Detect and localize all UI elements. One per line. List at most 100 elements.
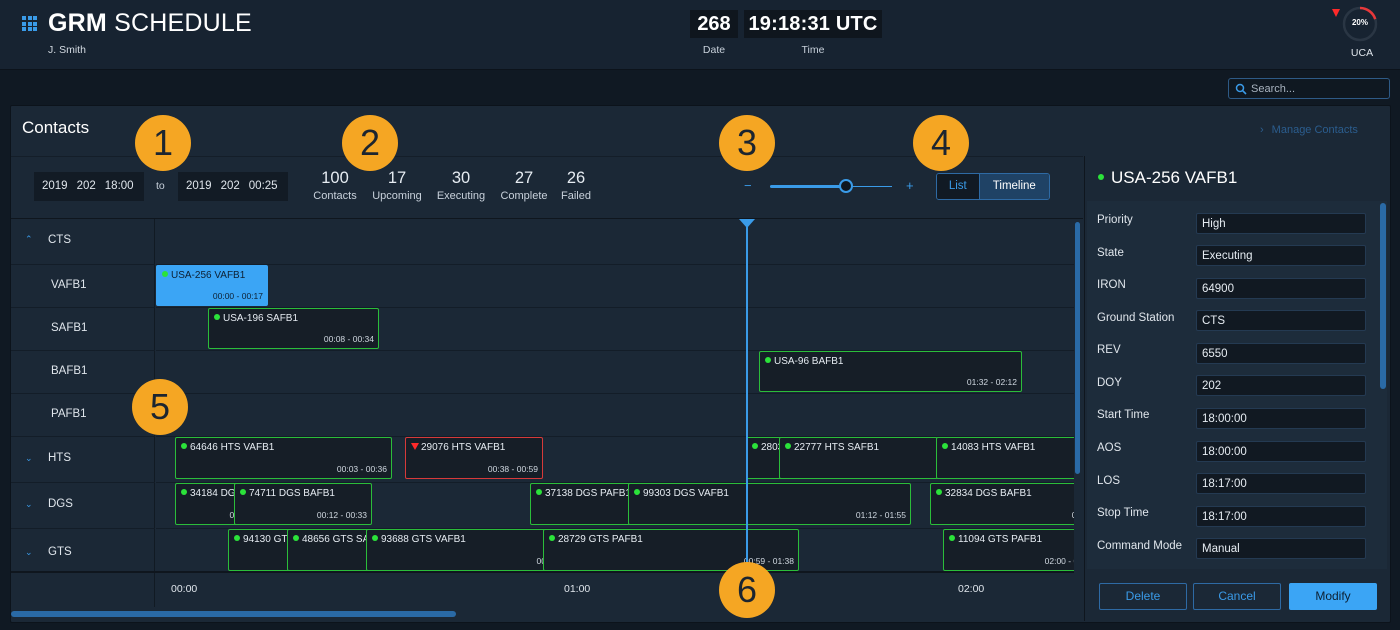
chevron-down-icon[interactable]: ⌄ xyxy=(25,547,33,558)
zoom-in-button[interactable]: + xyxy=(906,178,914,193)
field-label-iron: IRON xyxy=(1097,279,1126,291)
contact-block[interactable]: 34184 DG 00 xyxy=(175,483,239,525)
contact-name: 64646 HTS VAFB1 xyxy=(181,442,274,453)
date-value: 268 xyxy=(690,10,738,38)
range-start-day: 202 xyxy=(76,180,96,192)
contact-block[interactable]: 64646 HTS VAFB1 00:03 - 00:36 xyxy=(175,437,392,479)
search-icon xyxy=(1235,83,1247,95)
uca-percent: 20% xyxy=(1351,18,1368,27)
search-box[interactable] xyxy=(1228,78,1390,99)
stat-executing: 30 Executing xyxy=(432,168,490,204)
resource-station-safb1[interactable]: SAFB1 xyxy=(11,308,155,351)
grid-menu-icon[interactable] xyxy=(22,16,37,31)
chevron-down-icon[interactable]: ⌄ xyxy=(25,453,33,464)
timeline-horizontal-scrollbar[interactable] xyxy=(11,611,456,617)
stat-upcoming: 17 Upcoming xyxy=(368,168,426,204)
contact-block[interactable]: 32834 DGS BAFB1 01:58 xyxy=(930,483,1074,525)
resource-name: SAFB1 xyxy=(51,322,88,334)
resource-station-bafb1[interactable]: BAFB1 xyxy=(11,351,155,394)
resource-group-gts[interactable]: ⌄ GTS xyxy=(11,529,155,571)
contact-block[interactable]: 11094 GTS PAFB1 02:00 - 02:2 xyxy=(943,529,1074,571)
stat-label: Complete xyxy=(500,190,548,202)
user-name[interactable]: J. Smith xyxy=(48,44,86,56)
contact-block[interactable]: 37138 DGS PAFB1 xyxy=(530,483,632,525)
modify-button[interactable]: Modify xyxy=(1289,583,1377,610)
priority-field[interactable] xyxy=(1196,213,1366,234)
contact-block[interactable]: 94130 GT xyxy=(228,529,290,571)
failed-triangle-icon xyxy=(411,443,419,450)
iron-field[interactable] xyxy=(1196,278,1366,299)
contact-block[interactable]: 22777 HTS SAFB1 xyxy=(779,437,938,479)
range-end-year: 2019 xyxy=(186,180,212,192)
resource-name: HTS xyxy=(48,452,71,464)
los-field[interactable] xyxy=(1196,473,1366,494)
range-start-field[interactable]: 2019 202 18:00 xyxy=(34,172,144,201)
delete-button[interactable]: Delete xyxy=(1099,583,1187,610)
contact-block[interactable]: 48656 GTS SA xyxy=(287,529,369,571)
contact-label: 74711 DGS BAFB1 xyxy=(249,488,335,499)
status-dot-icon xyxy=(765,357,771,363)
stat-failed: 26 Failed xyxy=(556,168,596,204)
chevron-up-icon[interactable]: ⌃ xyxy=(25,234,33,245)
contact-name: 99303 DGS VAFB1 xyxy=(634,488,729,499)
aos-field[interactable] xyxy=(1196,441,1366,462)
detail-title: USA-256 VAFB1 xyxy=(1111,168,1238,187)
contact-label: 48656 GTS SA xyxy=(302,534,369,545)
current-time-marker-icon[interactable] xyxy=(739,219,755,228)
callout-badge: 1 xyxy=(135,115,191,171)
contact-label: 93688 GTS VAFB1 xyxy=(381,534,466,545)
status-dot-icon xyxy=(942,443,948,449)
contact-name: 93688 GTS VAFB1 xyxy=(372,534,466,545)
contact-block[interactable]: 29076 HTS VAFB1 00:38 - 00:59 xyxy=(405,437,543,479)
view-timeline-button[interactable]: Timeline xyxy=(979,174,1049,199)
resource-group-hts[interactable]: ⌄ HTS xyxy=(11,437,155,483)
field-label-state: State xyxy=(1097,247,1124,259)
field-label-priority: Priority xyxy=(1097,214,1133,226)
timeline-vertical-scrollbar[interactable] xyxy=(1075,222,1080,474)
contact-block[interactable]: 99303 DGS VAFB1 01:12 - 01:55 xyxy=(628,483,911,525)
contact-name: USA-196 SAFB1 xyxy=(214,313,298,324)
resource-station-vafb1[interactable]: VAFB1 xyxy=(11,265,155,308)
contact-name: 29076 HTS VAFB1 xyxy=(411,442,505,453)
zoom-out-button[interactable]: − xyxy=(744,178,752,193)
app-title-bold: GRM xyxy=(48,9,107,37)
current-time-line[interactable] xyxy=(746,221,748,571)
contact-block[interactable]: 93688 GTS VAFB1 00 xyxy=(366,529,546,571)
zoom-slider-thumb[interactable] xyxy=(838,179,853,193)
resource-group-cts[interactable]: ⌃ CTS xyxy=(11,219,155,265)
ground-station-field[interactable] xyxy=(1196,310,1366,331)
axis-tick-label: 02:00 xyxy=(958,583,985,595)
command-mode-field[interactable] xyxy=(1196,538,1366,559)
manage-contacts-label: Manage Contacts xyxy=(1271,124,1358,136)
state-field[interactable] xyxy=(1196,245,1366,266)
contact-block[interactable]: USA-256 VAFB1 00:00 - 00:17 xyxy=(156,265,268,306)
manage-contacts-link[interactable]: › Manage Contacts xyxy=(1260,124,1358,136)
stat-value: 30 xyxy=(451,169,471,187)
status-dot-icon xyxy=(214,314,220,320)
search-input[interactable] xyxy=(1251,79,1387,98)
contact-label: 99303 DGS VAFB1 xyxy=(643,488,729,499)
doy-field[interactable] xyxy=(1196,375,1366,396)
cancel-button[interactable]: Cancel xyxy=(1193,583,1281,610)
range-end-field[interactable]: 2019 202 00:25 xyxy=(178,172,288,201)
status-dot-icon xyxy=(181,489,187,495)
contact-block[interactable]: USA-96 BAFB1 01:32 - 02:12 xyxy=(759,351,1022,392)
status-dot-icon xyxy=(949,535,955,541)
rev-field[interactable] xyxy=(1196,343,1366,364)
contact-label: 29076 HTS VAFB1 xyxy=(421,442,506,453)
row-divider xyxy=(156,393,1074,394)
start-time-field[interactable] xyxy=(1196,408,1366,429)
uca-label: UCA xyxy=(1350,47,1374,59)
contact-block[interactable]: USA-196 SAFB1 00:08 - 00:34 xyxy=(208,308,379,349)
resource-group-dgs[interactable]: ⌄ DGS xyxy=(11,483,155,529)
timeline-area[interactable]: USA-256 VAFB1 00:00 - 00:17 USA-196 SAFB… xyxy=(156,219,1074,571)
detail-scrollbar[interactable] xyxy=(1380,203,1386,389)
view-list-button[interactable]: List xyxy=(937,174,980,199)
contact-time: 01:32 - 02:12 xyxy=(966,377,1017,387)
contact-block[interactable]: 74711 DGS BAFB1 00:12 - 00:33 xyxy=(234,483,372,525)
contact-block[interactable]: 14083 HTS VAFB1 xyxy=(936,437,1074,479)
chevron-down-icon[interactable]: ⌄ xyxy=(25,499,33,510)
field-label-doy: DOY xyxy=(1097,377,1122,389)
stop-time-field[interactable] xyxy=(1196,506,1366,527)
field-label-stop-time: Stop Time xyxy=(1097,507,1149,519)
